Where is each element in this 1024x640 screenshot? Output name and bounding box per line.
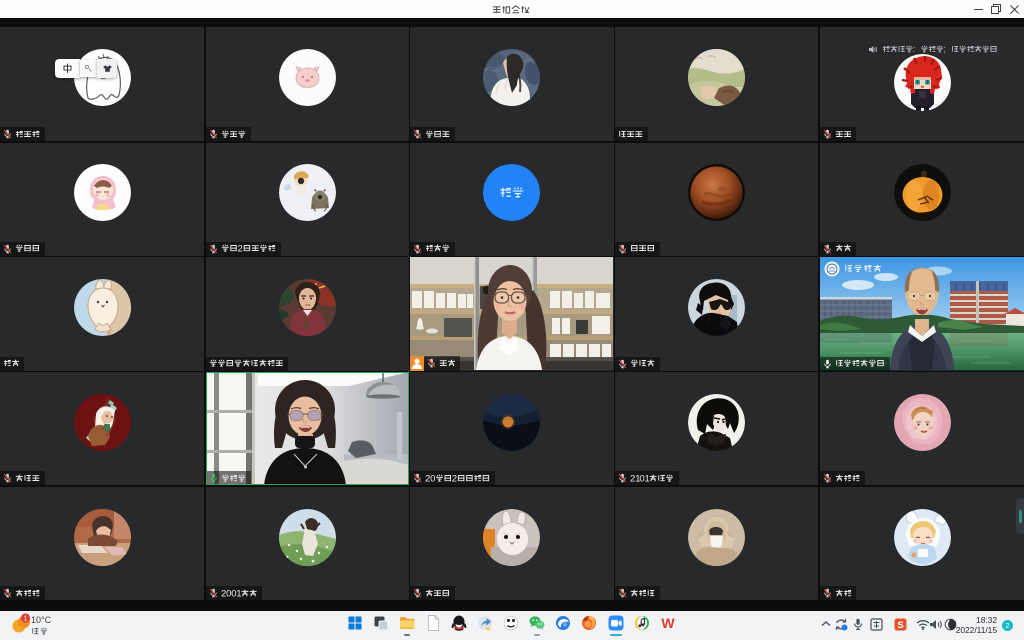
svg-text:1: 1	[236, 588, 241, 599]
svg-text:2: 2	[237, 244, 242, 255]
svg-text:0: 0	[430, 473, 435, 484]
svg-text:S: S	[897, 620, 903, 631]
svg-text:W: W	[661, 615, 675, 631]
svg-text:;: ;	[943, 44, 946, 54]
svg-text::: :	[913, 44, 916, 54]
svg-text:2: 2	[452, 473, 457, 484]
svg-text:1: 1	[24, 615, 28, 622]
svg-text:1: 1	[645, 473, 650, 484]
